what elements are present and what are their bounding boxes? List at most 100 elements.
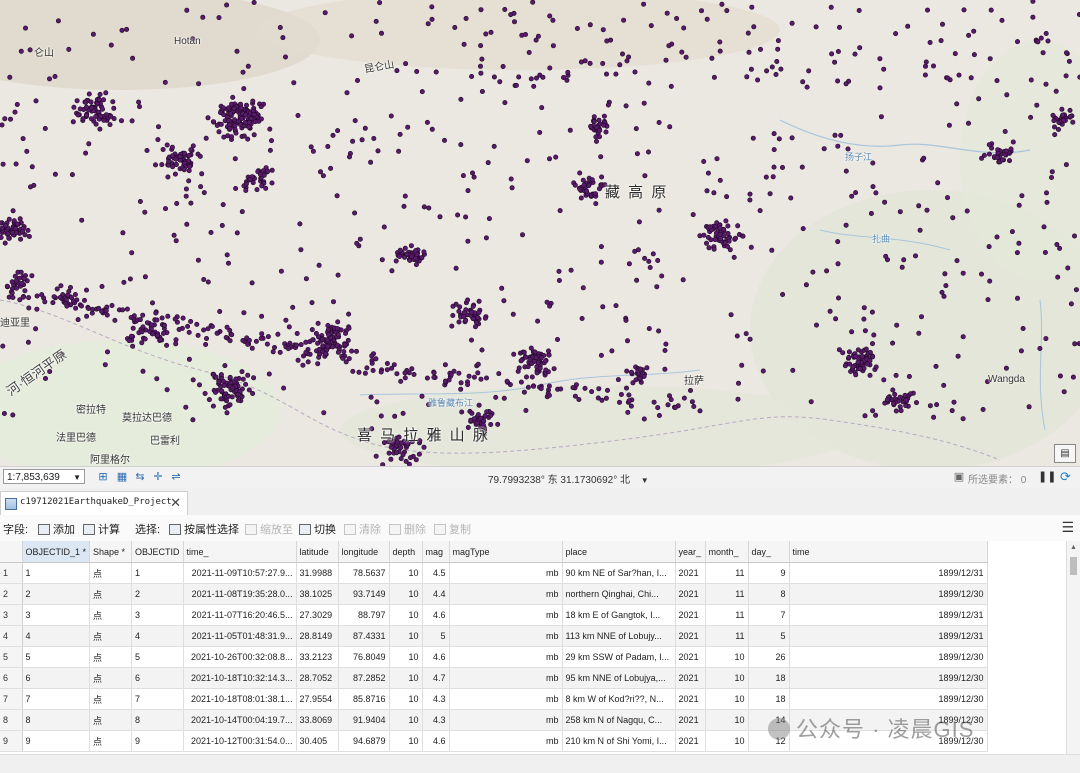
row-header[interactable]: 1	[0, 562, 23, 584]
earthquake-point	[1034, 102, 1040, 108]
map-status-bar: 1:7,853,639 ▼ ⊞ ▦ ⇆ ✛ ⇌ 79.7993238° 东 31…	[0, 466, 1080, 489]
earthquake-point	[9, 290, 15, 296]
column-header[interactable]: OBJECTID	[131, 541, 184, 563]
row-header[interactable]: 2	[0, 583, 23, 605]
earthquake-point	[393, 258, 399, 264]
earthquake-point	[650, 251, 656, 257]
table-corner[interactable]	[0, 541, 23, 563]
pause-drawing-icon[interactable]: ❚❚	[1038, 470, 1056, 483]
earthquake-point	[1028, 77, 1034, 83]
vertical-scrollbar[interactable]: ▲	[1066, 541, 1080, 754]
table-row[interactable]: 2 2 点 2 2021-11-08T19:35:28.0... 38.1025 93.71…	[0, 583, 988, 605]
earthquake-point	[906, 373, 912, 379]
horizontal-scrollbar[interactable]	[0, 754, 1080, 773]
earthquake-point	[628, 403, 634, 409]
column-header[interactable]: time	[789, 541, 988, 563]
table-cell: 113 km NNE of Lobujy...	[562, 625, 676, 647]
table-grid-icon[interactable]: ▦	[115, 470, 129, 484]
row-header[interactable]: 8	[0, 709, 23, 731]
grid-snap-icon[interactable]: ⊞	[96, 470, 110, 484]
earthquake-point	[578, 195, 584, 201]
earthquake-point	[544, 299, 550, 305]
table-row[interactable]: 1 1 点 1 2021-11-09T10:57:27.9... 31.9988 78.56…	[0, 562, 988, 584]
switch-selection-button[interactable]: 切换	[299, 521, 336, 537]
scroll-up-icon[interactable]: ▲	[1070, 544, 1077, 551]
column-header[interactable]: OBJECTID_1 *	[22, 541, 91, 563]
earthquake-point	[416, 451, 422, 457]
refresh-icon[interactable]: ⟳	[1060, 469, 1071, 485]
earthquake-point	[64, 303, 70, 309]
column-header[interactable]: latitude	[296, 541, 339, 563]
table-cell: 6	[22, 667, 91, 689]
row-header[interactable]: 3	[0, 604, 23, 626]
earthquake-point	[573, 382, 579, 388]
copy-button[interactable]: 复制	[434, 521, 471, 537]
navigation-icon[interactable]: ⇆	[133, 470, 147, 484]
table-row[interactable]: 5 5 点 5 2021-10-26T00:32:08.8... 33.2123 76.80…	[0, 646, 988, 668]
earthquake-point	[183, 404, 189, 410]
earthquake-point	[4, 283, 10, 289]
earthquake-point	[233, 130, 239, 136]
earthquake-point	[419, 393, 425, 399]
close-icon[interactable]: ✕	[170, 495, 181, 511]
scrollbar-thumb[interactable]	[1070, 557, 1077, 575]
earthquake-point	[833, 316, 839, 322]
row-header[interactable]: 6	[0, 667, 23, 689]
table-cell: 94.6879	[338, 730, 390, 752]
tab-attribute-table[interactable]: c19712021EarthquakeD_Project ✕	[0, 491, 188, 516]
select-label: 选择:	[135, 524, 161, 536]
delete-button[interactable]: 删除	[389, 521, 426, 537]
column-header[interactable]: depth	[389, 541, 423, 563]
earthquake-point	[1016, 202, 1022, 208]
earthquake-point	[19, 280, 25, 286]
column-header[interactable]: month_	[705, 541, 749, 563]
column-header[interactable]: day_	[748, 541, 790, 563]
earthquake-point	[421, 444, 427, 450]
crosshair-icon[interactable]: ✛	[151, 470, 165, 484]
earthquake-point	[951, 399, 957, 405]
earthquake-point	[513, 82, 519, 88]
earthquake-point	[1043, 81, 1049, 87]
row-header[interactable]: 7	[0, 688, 23, 710]
column-header[interactable]: place	[562, 541, 676, 563]
basemap-icon[interactable]: ▤	[1054, 444, 1076, 463]
earthquake-point	[310, 148, 316, 154]
clear-selection-button[interactable]: 清除	[344, 521, 381, 537]
column-header[interactable]: time_	[183, 541, 297, 563]
column-header[interactable]: longitude	[338, 541, 390, 563]
earthquake-point	[603, 395, 609, 401]
table-row[interactable]: 6 6 点 6 2021-10-18T10:32:14.3... 28.7052 87.28…	[0, 667, 988, 689]
column-header[interactable]: year_	[675, 541, 706, 563]
earthquake-point	[378, 369, 384, 375]
row-header[interactable]: 5	[0, 646, 23, 668]
table-row[interactable]: 4 4 点 4 2021-11-05T01:48:31.9... 28.8149 87.43…	[0, 625, 988, 647]
earthquake-point	[252, 119, 258, 125]
calculate-field-button[interactable]: 计算	[83, 521, 120, 537]
scale-selector[interactable]: 1:7,853,639 ▼	[3, 469, 85, 484]
earthquake-point	[161, 330, 167, 336]
earthquake-point	[550, 43, 556, 49]
split-view-icon[interactable]: ⇌	[169, 470, 183, 484]
map-view[interactable]: Hotan 昆仑山 仑山 藏 高 原 喜 马 拉 雅 山 脉 拉萨 Wangda…	[0, 0, 1080, 466]
hamburger-menu-icon[interactable]: ☰	[1061, 519, 1074, 536]
table-cell: 点	[89, 730, 133, 752]
add-field-button[interactable]: 添加	[38, 521, 75, 537]
earthquake-point	[354, 78, 360, 84]
earthquake-point	[170, 153, 176, 159]
coordinate-readout[interactable]: 79.7993238° 东 31.1730692° 北 ▼	[488, 471, 649, 486]
table-cell: 2021-10-26T00:32:08.8...	[183, 646, 297, 668]
earthquake-point	[26, 234, 32, 240]
select-by-attributes-button[interactable]: 按属性选择	[169, 521, 239, 537]
earthquake-point	[457, 304, 463, 310]
earthquake-point	[829, 51, 835, 57]
column-header[interactable]: Shape *	[89, 541, 133, 563]
zoom-to-button[interactable]: 缩放至	[245, 521, 293, 537]
row-header[interactable]: 9	[0, 730, 23, 752]
table-row[interactable]: 3 3 点 3 2021-11-07T16:20:46.5... 27.3029 88.79…	[0, 604, 988, 626]
map-canvas[interactable]	[0, 0, 1080, 466]
table-row[interactable]: 7 7 点 7 2021-10-18T08:01:38.1... 27.9554 85.87…	[0, 688, 988, 710]
earthquake-point	[850, 364, 856, 370]
row-header[interactable]: 4	[0, 625, 23, 647]
column-header[interactable]: magType	[449, 541, 563, 563]
column-header[interactable]: mag	[422, 541, 450, 563]
